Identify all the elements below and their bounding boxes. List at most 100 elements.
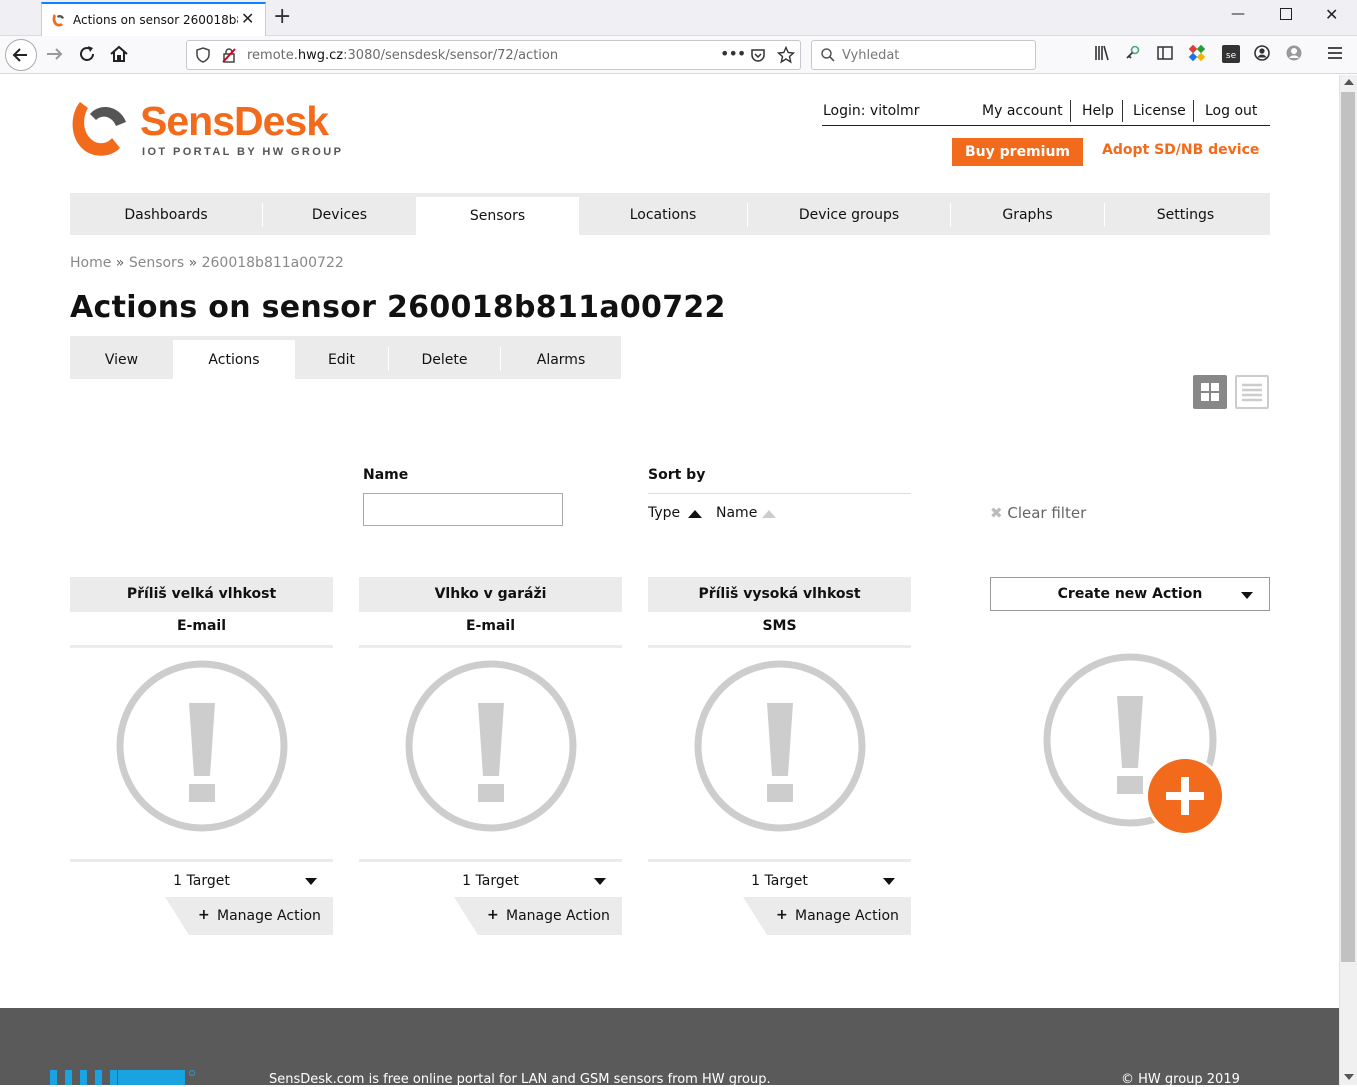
page-footer: SensDesk.com is free online portal for L… xyxy=(0,1008,1339,1087)
menu-icon[interactable] xyxy=(1325,43,1349,67)
url-prefix: remote. xyxy=(247,48,298,63)
sensdesk-logo-icon[interactable] xyxy=(70,100,128,158)
user-bar: Login: vitolmr My account Help License L… xyxy=(822,98,1270,126)
brand-tagline: IOT PORTAL BY HW GROUP xyxy=(142,146,344,158)
back-button[interactable] xyxy=(5,39,37,71)
url-path: :3080/sensdesk/sensor/72/action xyxy=(343,48,559,63)
page-actions-icon[interactable]: ••• xyxy=(720,44,746,63)
breadcrumb-home[interactable]: Home xyxy=(70,255,111,271)
shield-icon[interactable] xyxy=(195,47,211,63)
caret-down-icon xyxy=(1241,592,1253,599)
action-title[interactable]: Vlhko v garáži xyxy=(359,577,622,612)
se-extension-icon[interactable]: se xyxy=(1222,45,1240,63)
alert-icon[interactable] xyxy=(359,648,622,859)
sort-name-link[interactable]: Name xyxy=(716,505,757,521)
action-card: Příliš vysoká vlhkost SMS 1 Target + Man… xyxy=(648,577,911,935)
alert-icon[interactable] xyxy=(70,648,333,859)
nav-dashboards[interactable]: Dashboards xyxy=(70,193,262,235)
tab-actions[interactable]: Actions xyxy=(173,340,295,379)
manage-action-button[interactable]: + Manage Action xyxy=(70,897,333,935)
minimize-icon[interactable]: — xyxy=(1231,6,1245,22)
search-icon xyxy=(820,47,836,63)
grid-view-button[interactable] xyxy=(1193,375,1227,409)
action-card: Příliš velká vlhkost E-mail 1 Target + M… xyxy=(70,577,333,935)
targets-count: 1 Target xyxy=(462,873,519,889)
targets-dropdown[interactable]: 1 Target xyxy=(359,859,622,897)
tab-view[interactable]: View xyxy=(70,336,173,379)
action-title[interactable]: Příliš velká vlhkost xyxy=(70,577,333,612)
close-tab-icon[interactable]: ✕ xyxy=(241,9,254,28)
breadcrumb-sep: » xyxy=(115,255,125,271)
bookmark-star-icon[interactable] xyxy=(777,46,795,64)
clear-x-icon: ✖ xyxy=(990,504,1003,522)
hw-group-logo-icon[interactable] xyxy=(50,1070,200,1085)
sort-type-link[interactable]: Type xyxy=(648,505,680,521)
nav-device-groups[interactable]: Device groups xyxy=(748,193,950,235)
targets-count: 1 Target xyxy=(173,873,230,889)
reload-icon[interactable] xyxy=(75,42,99,66)
name-filter-input[interactable] xyxy=(363,493,563,526)
colorful-extension-icon[interactable] xyxy=(1187,43,1211,67)
action-title[interactable]: Příliš vysoká vlhkost xyxy=(648,577,911,612)
search-box[interactable]: Vyhledat xyxy=(811,40,1036,70)
targets-dropdown[interactable]: 1 Target xyxy=(70,859,333,897)
create-action-dropdown[interactable]: Create new Action xyxy=(990,577,1270,611)
alert-icon[interactable] xyxy=(648,648,911,859)
home-icon[interactable] xyxy=(107,42,131,66)
close-window-icon[interactable]: ✕ xyxy=(1325,5,1338,24)
license-link[interactable]: License xyxy=(1133,103,1186,119)
account-icon[interactable] xyxy=(1252,43,1276,67)
action-type: E-mail xyxy=(465,618,515,634)
logout-link[interactable]: Log out xyxy=(1205,103,1257,119)
scroll-up-icon[interactable] xyxy=(1344,79,1354,85)
search-placeholder: Vyhledat xyxy=(842,48,900,63)
divider xyxy=(1122,100,1123,122)
breadcrumb-sensors[interactable]: Sensors xyxy=(129,255,184,271)
maximize-icon[interactable] xyxy=(1280,8,1292,20)
manage-action-label: Manage Action xyxy=(217,908,321,924)
nav-settings[interactable]: Settings xyxy=(1105,193,1266,235)
tab-delete[interactable]: Delete xyxy=(389,336,500,379)
targets-dropdown[interactable]: 1 Target xyxy=(648,859,911,897)
list-icon xyxy=(1242,383,1262,402)
nav-devices[interactable]: Devices xyxy=(263,193,416,235)
key-extension-icon[interactable] xyxy=(1123,43,1147,67)
nav-graphs[interactable]: Graphs xyxy=(951,193,1104,235)
help-link[interactable]: Help xyxy=(1082,103,1114,119)
scrollbar-thumb[interactable] xyxy=(1341,92,1355,962)
clear-filter-link[interactable]: ✖ Clear filter xyxy=(990,504,1086,522)
sort-asc-icon[interactable] xyxy=(688,510,702,518)
forward-icon[interactable] xyxy=(43,42,67,66)
name-filter-label: Name xyxy=(363,467,409,483)
buy-premium-button[interactable]: Buy premium xyxy=(952,138,1083,166)
caret-down-icon xyxy=(594,878,606,885)
sort-inactive-icon[interactable] xyxy=(762,510,776,518)
manage-action-button[interactable]: + Manage Action xyxy=(648,897,911,935)
sidebar-icon[interactable] xyxy=(1155,43,1179,67)
tab-title: Actions on sensor 260018b811a00722 xyxy=(73,13,238,27)
extension-user-icon[interactable] xyxy=(1284,43,1308,67)
divider xyxy=(1070,100,1071,122)
main-nav: Dashboards Devices Sensors Locations Dev… xyxy=(70,193,1270,239)
tab-alarms[interactable]: Alarms xyxy=(501,336,621,379)
nav-sensors[interactable]: Sensors xyxy=(416,197,579,239)
nav-locations[interactable]: Locations xyxy=(579,193,747,235)
adopt-device-link[interactable]: Adopt SD/NB device xyxy=(1102,142,1259,158)
add-action-icon[interactable] xyxy=(1040,650,1230,840)
url-host: hwg.cz xyxy=(297,48,344,63)
tab-edit[interactable]: Edit xyxy=(295,336,388,379)
insecure-lock-icon[interactable] xyxy=(221,47,237,63)
new-tab-icon[interactable]: + xyxy=(273,4,291,29)
login-label: Login: vitolmr xyxy=(823,103,920,119)
library-icon[interactable] xyxy=(1092,43,1116,67)
manage-action-label: Manage Action xyxy=(795,908,899,924)
browser-tab[interactable]: Actions on sensor 260018b811a00722 ✕ xyxy=(41,2,266,36)
action-type: SMS xyxy=(762,618,797,634)
manage-action-button[interactable]: + Manage Action xyxy=(359,897,622,935)
url-bar[interactable]: remote.hwg.cz:3080/sensdesk/sensor/72/ac… xyxy=(186,40,801,70)
my-account-link[interactable]: My account xyxy=(982,103,1063,119)
scroll-down-icon[interactable] xyxy=(1344,1074,1354,1080)
plus-icon: + xyxy=(198,907,210,923)
pocket-icon[interactable] xyxy=(750,47,766,63)
list-view-button[interactable] xyxy=(1235,375,1269,409)
